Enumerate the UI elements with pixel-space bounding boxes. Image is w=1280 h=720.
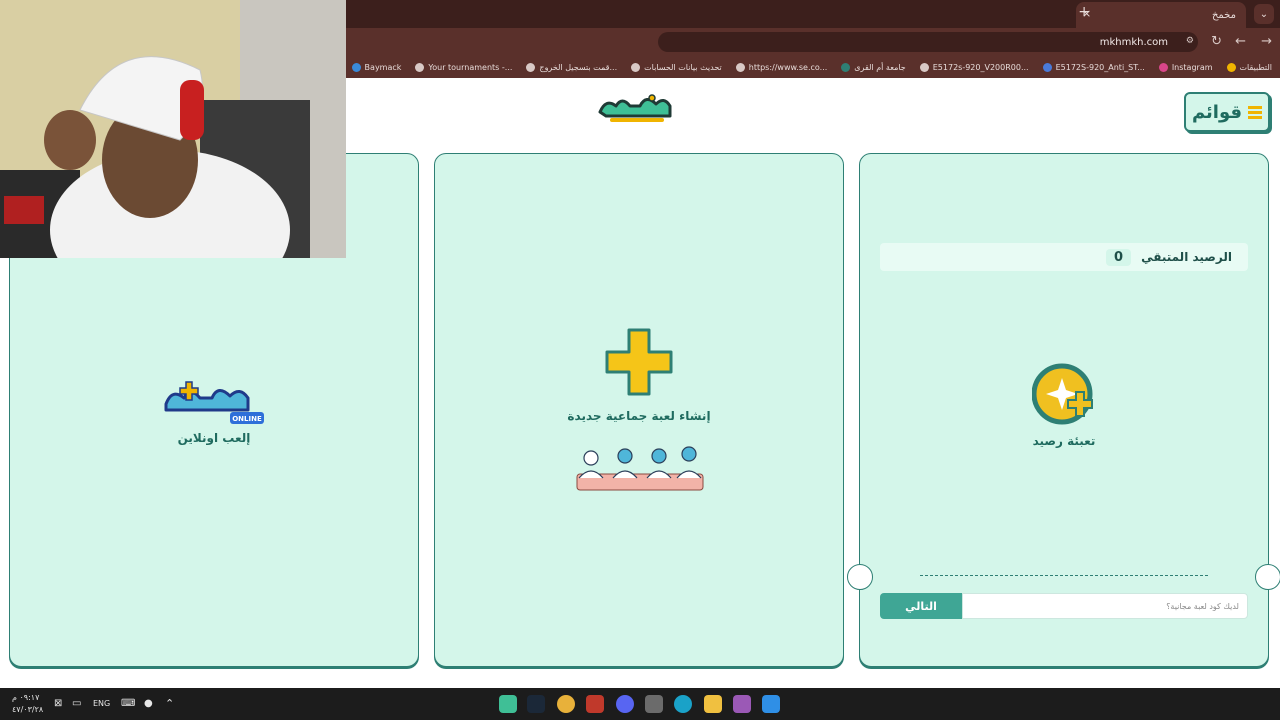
bookmark-item[interactable]: https://www.se.co...	[735, 62, 827, 72]
site-logo[interactable]	[594, 90, 684, 132]
online-badge-text: ONLINE	[232, 415, 262, 423]
browser-tab[interactable]: مخمخ ×	[1076, 2, 1246, 28]
bookmark-icon	[841, 62, 851, 72]
bookmark-item[interactable]: Instagram	[1158, 62, 1213, 72]
clock-date[interactable]: ٤٧/٠٣/٢٨	[12, 705, 43, 714]
forward-icon[interactable]: ←	[1235, 34, 1246, 49]
bookmark-item[interactable]: E5172S-920_Anti_ST...	[1042, 62, 1145, 72]
url-text: mkhmkh.com	[1099, 36, 1168, 48]
clock-time[interactable]: ٠٩:١٧ م	[12, 693, 39, 702]
players-illustration	[576, 446, 704, 491]
instagram-icon	[1158, 62, 1168, 72]
address-bar[interactable]: mkhmkh.com	[658, 32, 1198, 52]
app-icon[interactable]	[586, 695, 604, 713]
reload-icon[interactable]: ↻	[1211, 34, 1222, 49]
globe-icon	[735, 62, 745, 72]
microphone-icon[interactable]: ●	[144, 698, 153, 709]
globe-icon	[526, 62, 536, 72]
network-icon[interactable]: ▭	[72, 698, 81, 709]
bookmark-icon	[351, 62, 361, 72]
ticket-divider	[920, 575, 1208, 576]
recharge-coin-icon[interactable]	[1032, 362, 1098, 428]
new-tab-button[interactable]: +	[1078, 4, 1090, 20]
bookmark-item[interactable]: Your tournaments -...	[415, 62, 512, 72]
tab-title: مخمخ	[1211, 9, 1236, 21]
apps-icon	[1226, 62, 1236, 72]
promo-code-input[interactable]	[962, 593, 1248, 619]
online-logo: ONLINE	[164, 381, 264, 424]
tab-search-button[interactable]: ⌄	[1254, 4, 1274, 24]
menu-button[interactable]: قوائم	[1184, 92, 1270, 132]
store-icon[interactable]	[645, 695, 663, 713]
balance-bar: الرصيد المتبقي 0	[880, 243, 1248, 271]
balance-card: الرصيد المتبقي 0 تعبئة رصيد التالي	[847, 153, 1280, 667]
chrome-icon[interactable]	[557, 695, 575, 713]
menu-label: قوائم	[1191, 101, 1243, 123]
bookmark-icon	[1042, 62, 1052, 72]
ticket-notch	[1255, 564, 1280, 590]
chevron-up-icon[interactable]: ⌃	[165, 697, 174, 710]
plus-icon	[605, 328, 673, 396]
recharge-label[interactable]: تعبئة رصيد	[860, 434, 1268, 448]
bookmark-item[interactable]: E5172s-920_V200R00...	[919, 62, 1029, 72]
bookmark-item[interactable]: جامعة أم القرى	[841, 62, 906, 72]
balance-label: الرصيد المتبقي	[1141, 250, 1232, 264]
globe-icon	[631, 62, 641, 72]
app-mkhmkh-icon[interactable]	[499, 695, 517, 713]
bookmark-item[interactable]: تحديث بيانات الحسابات	[631, 62, 722, 72]
menu-icon	[1248, 105, 1263, 119]
play-online-label: إلعب اونلاين	[177, 431, 251, 445]
keyboard-icon[interactable]: ⌨	[121, 698, 135, 709]
promo-code-row: التالي	[880, 593, 1248, 619]
next-button[interactable]: التالي	[880, 593, 962, 619]
edge-icon[interactable]	[674, 695, 692, 713]
bookmark-item[interactable]: قمت بتسجيل الخروج...	[526, 62, 617, 72]
new-group-game-card[interactable]: إنشاء لعبة جماعية جديدة	[434, 153, 844, 667]
windows-start-icon[interactable]	[762, 695, 780, 713]
notification-icon[interactable]: ⊠	[54, 698, 62, 709]
bookmark-item[interactable]: التطبيقات	[1226, 62, 1272, 72]
globe-icon	[919, 62, 929, 72]
copilot-icon[interactable]	[733, 695, 751, 713]
language-indicator[interactable]: ENG	[93, 699, 110, 708]
globe-icon	[415, 62, 425, 72]
webcam-overlay	[0, 0, 346, 258]
site-settings-icon[interactable]: ⚙	[1186, 36, 1194, 46]
discord-icon[interactable]	[616, 695, 634, 713]
new-group-game-label: إنشاء لعبة جماعية جديدة	[567, 409, 711, 423]
steam-icon[interactable]	[527, 695, 545, 713]
ticket-notch	[847, 564, 873, 590]
file-explorer-icon[interactable]	[704, 695, 722, 713]
balance-value: 0	[1106, 248, 1132, 266]
taskbar: ٠٩:١٧ م ٤٧/٠٣/٢٨ ⊠ ▭ ENG ⌨ ● ⌃	[0, 688, 1280, 720]
back-icon[interactable]: →	[1261, 34, 1272, 49]
bookmark-item[interactable]: Baymack	[351, 62, 401, 72]
